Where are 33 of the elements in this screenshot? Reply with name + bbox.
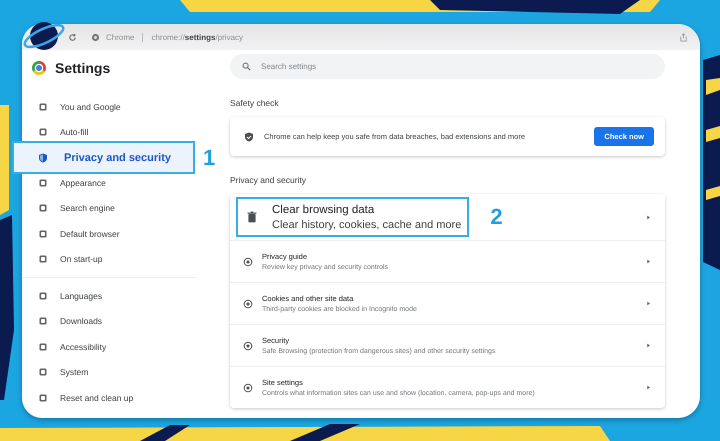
sidebar-item[interactable]: Auto-fill [22, 120, 222, 145]
search-field[interactable]: Search settings [230, 54, 665, 79]
sidebar-item[interactable]: Downloads [22, 308, 222, 334]
shield-check-icon [244, 132, 254, 142]
sidebar-item[interactable]: You and Google [22, 94, 222, 120]
sidebar-item[interactable]: System [22, 360, 222, 385]
callout-number: 1 [203, 146, 216, 168]
sidebar-item[interactable]: Accessibility [22, 334, 222, 360]
settings-row[interactable]: Clear browsing data Clear history, cookies, cache and more 2 [230, 194, 665, 241]
row-title: Clear browsing data [272, 204, 376, 216]
row-subtitle: Clear history, cookies, cache and more [272, 218, 462, 230]
site-info-icon[interactable] [91, 32, 100, 42]
sidebar-item[interactable]: Search engine [22, 196, 222, 221]
callout-number: 2 [490, 206, 503, 228]
sidebar-item[interactable]: Appearance [22, 170, 222, 196]
site-label: Chrome [106, 32, 134, 42]
url-text[interactable]: chrome://settings/privacy [151, 32, 244, 42]
triangle-icon [646, 301, 651, 306]
sidebar-item[interactable]: Languages [22, 283, 222, 308]
sidebar-item[interactable]: Reset and clean up [22, 385, 222, 410]
settings-title: Settings [55, 60, 110, 76]
sidebar-item[interactable]: On start-up [22, 246, 222, 272]
trash-icon [246, 211, 258, 223]
triangle-icon [646, 214, 651, 220]
triangle-icon [646, 343, 651, 348]
section-heading: Safety check [230, 98, 280, 108]
reload-icon[interactable] [68, 32, 77, 42]
share-icon[interactable] [679, 32, 688, 42]
sidebar-item[interactable]: Default browser [22, 221, 222, 246]
section-heading: Privacy and security [230, 175, 308, 185]
chrome-logo-icon [32, 61, 46, 75]
triangle-icon [646, 385, 651, 390]
triangle-icon [646, 259, 651, 264]
